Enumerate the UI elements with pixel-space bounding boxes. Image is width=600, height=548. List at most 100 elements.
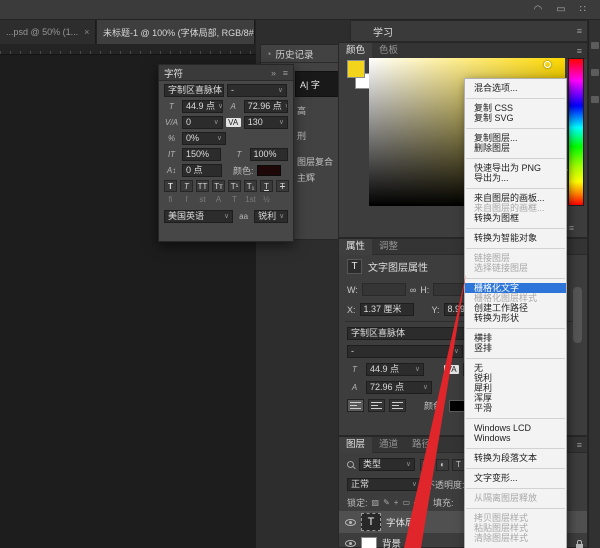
menu-item[interactable]: 竖排 [465,343,566,353]
faux-bold-button[interactable]: T [164,180,177,192]
lock-artboard-icon[interactable]: ▭ [402,498,410,507]
leading-icon: A [230,102,236,111]
anti-alias-select[interactable]: 锐利 ∨ [254,210,288,223]
underline-button[interactable]: T [260,180,273,192]
align-left-button[interactable] [347,399,364,412]
tracking-field[interactable]: 130 ∨ [243,116,288,129]
menu-item[interactable]: 平滑 [465,403,566,413]
all-caps-button[interactable]: TT [196,180,209,192]
history-entry[interactable]: 高 [297,104,306,117]
document-tab-active[interactable]: 未标题-1 @ 100% (字体局部, RGB/8#) * × [97,20,255,44]
menu-item-rasterize-type[interactable]: 栅格化文字 [465,283,566,293]
close-icon[interactable]: × [84,27,89,37]
strikethrough-button[interactable]: T [276,180,289,192]
lock-transparency-icon[interactable]: ▨ [372,498,380,507]
tab-adjustments[interactable]: 调整 [372,239,405,255]
text-layer-thumbnail[interactable]: T [361,513,381,531]
tab-layers[interactable]: 图层 [339,436,373,453]
menu-item[interactable]: Windows [465,433,566,443]
menu-item[interactable]: Windows LCD [465,423,566,433]
blend-mode-select[interactable]: 正常 ∨ [347,478,421,491]
history-entry[interactable]: 刑 [297,129,306,142]
menu-separator [466,157,565,159]
menu-item[interactable]: 复制 SVG [465,113,566,123]
chevron-down-icon: ∨ [277,87,283,94]
tab-color[interactable]: 颜色 [339,42,373,59]
align-center-button[interactable] [368,399,385,412]
align-right-button[interactable] [389,399,406,412]
menu-item[interactable]: 犀利 [465,383,566,393]
menu-item[interactable]: 来自图层的画板... [465,193,566,203]
lock-position-icon[interactable]: + [394,498,399,507]
menu-item[interactable]: 浑厚 [465,393,566,403]
font-family-select[interactable]: 字制区喜脉体 ∨ [164,84,224,97]
apps-grid-icon[interactable]: ∷ [580,0,586,20]
color-picker-marker[interactable] [544,61,551,68]
menu-item[interactable]: 转换为形状 [465,313,566,323]
collapse-panel-icon[interactable]: » [271,68,276,78]
menu-item[interactable]: 复制图层... [465,133,566,143]
properties-scrollbar-thumb[interactable] [573,287,582,343]
menu-item[interactable]: 文字变形... [465,473,566,483]
panel-options-icon[interactable]: ≡ [569,223,574,233]
workspace-icon[interactable]: ▭ [556,0,565,20]
menu-item[interactable]: 混合选项... [465,83,566,93]
tab-properties[interactable]: 属性 [339,238,373,255]
menu-item[interactable]: 删除图层 [465,143,566,153]
lock-pixels-icon[interactable]: ✎ [383,498,390,507]
history-entry[interactable]: 图层复合 [297,155,333,168]
superscript-button[interactable]: T¹ [228,180,241,192]
tab-paths[interactable]: 路径 [405,437,438,453]
visibility-eye-icon[interactable] [345,518,356,526]
pixel-filter-icon[interactable]: ▦ [420,458,433,471]
panel-menu-icon[interactable]: ≡ [577,46,582,56]
x-field[interactable]: 1.37 厘米 [359,303,414,316]
menu-item[interactable]: 横排 [465,333,566,343]
text-color-swatch[interactable] [256,165,281,176]
foreground-color-swatch[interactable] [347,60,365,78]
menu-separator [466,487,565,489]
collapsed-panel-icon[interactable] [590,69,599,76]
menu-item[interactable]: 转换为段落文本 [465,453,566,463]
leading-field[interactable]: 72.96 点 ∨ [366,381,432,394]
small-caps-button[interactable]: Tт [212,180,225,192]
font-style-select[interactable]: - ∨ [227,84,287,97]
proportional-spacing-field[interactable]: 0% ∨ [182,132,226,145]
font-size-field[interactable]: 44.9 点 ∨ [182,100,223,113]
collapsed-panel-icon[interactable] [590,96,599,103]
menu-item[interactable]: 无 [465,363,566,373]
collapsed-panel-icon[interactable] [590,42,599,49]
font-style-select[interactable]: - ∨ [347,345,463,358]
tab-channels[interactable]: 通道 [372,437,405,453]
chevron-down-icon: ∨ [422,384,428,391]
leading-field[interactable]: 72.96 点 ∨ [243,100,288,113]
menu-item[interactable]: 快速导出为 PNG [465,163,566,173]
subscript-button[interactable]: T₁ [244,180,257,192]
share-icon[interactable]: ◠ [533,0,542,20]
lock-all-icon[interactable] [414,498,422,507]
menu-item[interactable]: 复制 CSS [465,103,566,113]
document-tab-inactive[interactable]: ...psd @ 50% (1... × [0,20,96,44]
menu-item[interactable]: 锐利 [465,373,566,383]
history-entry[interactable]: 主辉 [297,171,315,184]
panel-menu-icon[interactable]: ≡ [577,440,582,450]
background-layer-thumbnail[interactable] [361,537,377,548]
panel-menu-icon[interactable]: ≡ [283,68,288,78]
panel-menu-icon[interactable]: ≡ [577,26,582,36]
baseline-shift-field[interactable]: 0 点 [182,164,222,177]
kerning-field[interactable]: 0 ∨ [182,116,223,129]
faux-italic-button[interactable]: T [180,180,193,192]
menu-item[interactable]: 创建工作路径 [465,303,566,313]
tab-swatches[interactable]: 色板 [372,43,405,59]
font-size-field[interactable]: 44.9 点 ∨ [366,363,424,376]
menu-item[interactable]: 转换为图框 [465,213,566,223]
menu-item[interactable]: 转换为智能对象 [465,233,566,243]
horizontal-scale-field[interactable]: 100% [249,148,288,161]
menu-item[interactable]: 导出为... [465,173,566,183]
hue-slider[interactable] [563,58,584,206]
adjustment-filter-icon[interactable]: ◐ [436,458,449,471]
vertical-scale-field[interactable]: 150% [182,148,221,161]
visibility-eye-icon[interactable] [345,539,356,547]
layer-filter-select[interactable]: 类型 ∨ [359,458,415,471]
language-select[interactable]: 美国英语 ∨ [164,210,234,223]
